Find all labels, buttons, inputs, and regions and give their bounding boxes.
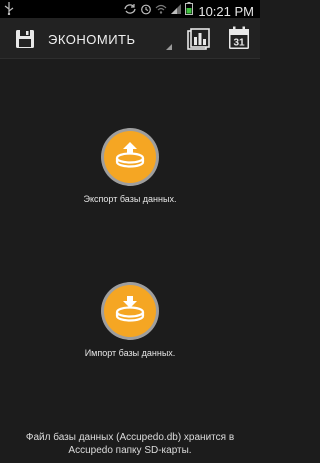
footer-line-2: Accupedo папку SD-карты.	[68, 445, 192, 456]
calendar-icon[interactable]: 31	[228, 26, 250, 50]
export-label: Экспорт базы данных.	[83, 194, 177, 204]
database-import-icon[interactable]	[100, 281, 160, 341]
status-bar: 10:21 PM	[0, 0, 260, 19]
footer-line-1: Файл базы данных (Accupedo.db) хранится …	[25, 432, 235, 443]
status-time: 10:21 PM	[198, 3, 254, 19]
account-spinner[interactable]: ЭКОНОМИТЬ	[44, 22, 174, 54]
import-label: Импорт базы данных.	[84, 348, 176, 358]
export-section: Экспорт базы данных.	[0, 127, 260, 204]
database-export-icon[interactable]	[100, 127, 160, 187]
footer-note: Файл базы данных (Accupedo.db) хранится …	[10, 431, 250, 457]
chart-icon[interactable]	[186, 27, 210, 51]
action-bar: ЭКОНОМИТЬ 31	[0, 18, 260, 59]
calendar-day: 31	[233, 38, 245, 49]
spinner-arrow-icon	[166, 44, 172, 50]
save-icon[interactable]	[14, 28, 36, 50]
import-section: Импорт базы данных.	[0, 281, 260, 358]
account-label: ЭКОНОМИТЬ	[48, 32, 136, 47]
